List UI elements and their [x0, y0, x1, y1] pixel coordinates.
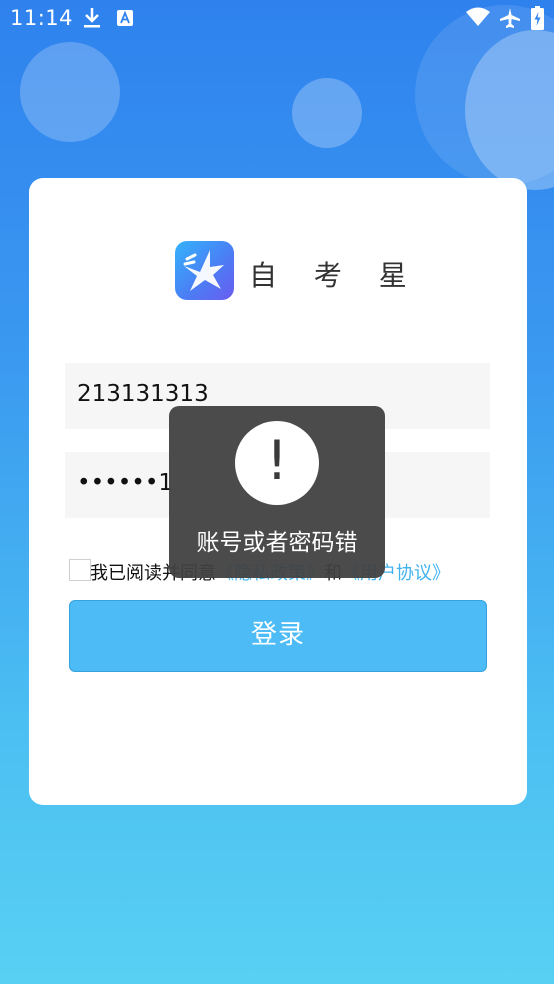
status-bar: 11:14: [0, 0, 554, 38]
login-button[interactable]: 登录: [69, 600, 487, 672]
status-time: 11:14: [10, 6, 74, 30]
app-name: 自 考 星: [249, 259, 421, 292]
airplane-icon: [499, 7, 521, 33]
a-icon: [117, 10, 133, 30]
battery-charging-icon: [531, 6, 544, 34]
decor-circle: [20, 42, 120, 142]
decor-circle: [292, 78, 362, 148]
wifi-icon: [466, 7, 490, 31]
login-screen: 11:14 自 考 星 213131313 ••••••1 我已阅读并同意 《用…: [0, 0, 554, 984]
password-input-value: ••••••1: [77, 470, 174, 496]
exclamation-icon: !: [235, 421, 319, 505]
agreement-checkbox[interactable]: [69, 559, 91, 581]
phone-input-value: 213131313: [77, 381, 209, 407]
toast-message: 账号或者密码错: [196, 530, 358, 556]
star-logo-icon: [175, 241, 234, 300]
exclamation-glyph: !: [266, 429, 288, 492]
download-icon: [82, 7, 102, 33]
error-toast: ! 账号或者密码错: [169, 406, 385, 578]
